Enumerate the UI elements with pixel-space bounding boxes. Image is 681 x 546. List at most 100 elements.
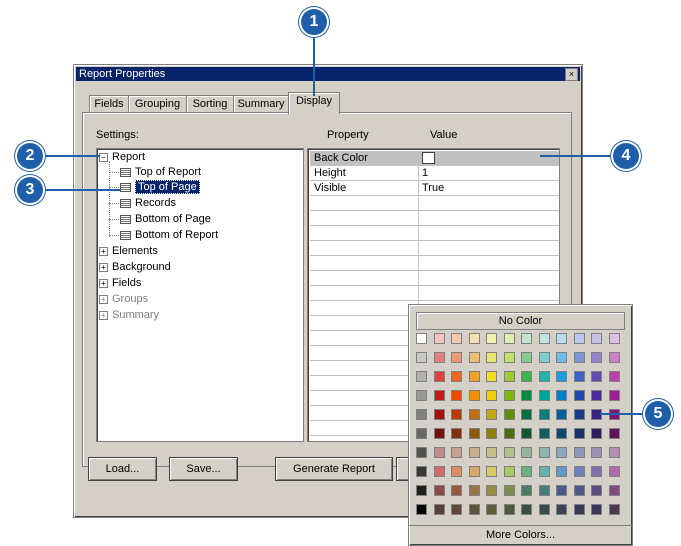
tree-node-report[interactable]: − Report [99, 150, 145, 165]
color-swatch[interactable] [468, 333, 480, 344]
color-swatch[interactable] [556, 428, 567, 439]
color-swatch[interactable] [486, 352, 497, 363]
color-swatch[interactable] [451, 485, 462, 496]
color-swatch[interactable] [608, 447, 620, 458]
color-swatch[interactable] [503, 428, 515, 439]
color-swatch[interactable] [451, 333, 462, 344]
color-swatch[interactable] [608, 428, 620, 439]
color-swatch[interactable] [591, 447, 602, 458]
color-swatch[interactable] [556, 504, 567, 515]
color-swatch[interactable] [538, 447, 550, 458]
color-swatch[interactable] [433, 428, 445, 439]
color-swatch[interactable] [521, 409, 532, 420]
color-swatch[interactable] [521, 371, 532, 382]
color-swatch[interactable] [556, 447, 567, 458]
color-swatch[interactable] [433, 390, 445, 401]
color-swatch[interactable] [573, 409, 585, 420]
color-swatch[interactable] [468, 447, 480, 458]
generate-report-button[interactable]: Generate Report [275, 457, 393, 481]
color-swatch[interactable] [573, 485, 585, 496]
color-swatch[interactable] [416, 447, 427, 458]
color-swatch[interactable] [556, 409, 567, 420]
color-swatch[interactable] [556, 485, 567, 496]
color-swatch[interactable] [503, 371, 515, 382]
color-swatch[interactable] [451, 352, 462, 363]
tree-node-top-of-report[interactable]: Top of Report [120, 165, 201, 180]
color-swatch[interactable] [433, 371, 445, 382]
color-swatch[interactable] [433, 333, 445, 344]
color-swatch[interactable] [521, 504, 532, 515]
color-swatch[interactable] [591, 485, 602, 496]
tree-node-elements[interactable]: + Elements [99, 244, 158, 259]
tree-node-bottom-of-report[interactable]: Bottom of Report [120, 228, 218, 243]
property-value[interactable]: 1 [419, 166, 559, 180]
color-swatch[interactable] [486, 466, 497, 477]
save-button[interactable]: Save... [169, 457, 238, 481]
color-swatch[interactable] [591, 504, 602, 515]
color-swatch[interactable] [573, 333, 585, 344]
color-swatch[interactable] [433, 504, 445, 515]
color-swatch[interactable] [556, 352, 567, 363]
back-color-value[interactable] [419, 151, 559, 165]
color-swatch[interactable] [573, 504, 585, 515]
color-swatch[interactable] [451, 466, 462, 477]
color-swatch[interactable] [556, 466, 567, 477]
color-swatch[interactable] [486, 504, 497, 515]
color-swatch[interactable] [416, 409, 427, 420]
tree-node-fields[interactable]: + Fields [99, 276, 141, 291]
color-swatch[interactable] [486, 390, 497, 401]
color-swatch[interactable] [591, 428, 602, 439]
color-swatch[interactable] [433, 352, 445, 363]
color-swatch[interactable] [451, 390, 462, 401]
color-swatch[interactable] [451, 371, 462, 382]
color-swatch[interactable] [591, 352, 602, 363]
color-swatch[interactable] [538, 352, 550, 363]
color-swatch[interactable] [416, 371, 427, 382]
color-swatch[interactable] [521, 485, 532, 496]
color-swatch[interactable] [521, 333, 532, 344]
color-swatch[interactable] [503, 466, 515, 477]
color-swatch[interactable] [521, 428, 532, 439]
close-button[interactable]: × [565, 68, 578, 81]
tree-node-records[interactable]: Records [120, 196, 176, 211]
color-swatch[interactable] [433, 409, 445, 420]
color-swatch[interactable] [503, 504, 515, 515]
tab-fields[interactable]: Fields [89, 95, 129, 113]
color-swatch[interactable] [503, 333, 515, 344]
color-swatch[interactable] [468, 409, 480, 420]
color-swatch[interactable] [503, 447, 515, 458]
color-swatch[interactable] [608, 504, 620, 515]
color-swatch[interactable] [433, 447, 445, 458]
color-swatch[interactable] [486, 428, 497, 439]
grid-row-height[interactable]: Height 1 [310, 166, 559, 181]
color-swatch[interactable] [591, 390, 602, 401]
color-swatch[interactable] [433, 466, 445, 477]
tree-node-groups[interactable]: + Groups [99, 292, 148, 307]
color-swatch[interactable] [416, 485, 427, 496]
color-swatch[interactable] [503, 409, 515, 420]
color-swatch[interactable] [416, 504, 427, 515]
grid-row-visible[interactable]: Visible True [310, 181, 559, 196]
color-swatch[interactable] [416, 352, 427, 363]
color-swatch[interactable] [416, 333, 427, 344]
color-swatch[interactable] [521, 466, 532, 477]
color-swatch[interactable] [556, 333, 567, 344]
color-swatch[interactable] [608, 333, 620, 344]
color-swatch[interactable] [468, 466, 480, 477]
color-swatch[interactable] [468, 390, 480, 401]
color-swatch[interactable] [486, 333, 497, 344]
color-swatch[interactable] [416, 466, 427, 477]
color-swatch[interactable] [451, 447, 462, 458]
color-swatch[interactable] [521, 352, 532, 363]
color-swatch-icon[interactable] [422, 152, 435, 165]
expand-icon[interactable]: + [99, 278, 108, 288]
expand-icon[interactable]: + [99, 246, 108, 256]
color-swatch[interactable] [608, 485, 620, 496]
color-swatch[interactable] [538, 485, 550, 496]
property-value[interactable]: True [419, 181, 559, 195]
color-swatch[interactable] [573, 428, 585, 439]
expand-icon[interactable]: + [99, 262, 108, 272]
expand-icon[interactable]: + [99, 310, 108, 320]
settings-tree[interactable]: − Report Top of Report Top of Page Record… [96, 148, 304, 442]
color-swatch[interactable] [538, 371, 550, 382]
